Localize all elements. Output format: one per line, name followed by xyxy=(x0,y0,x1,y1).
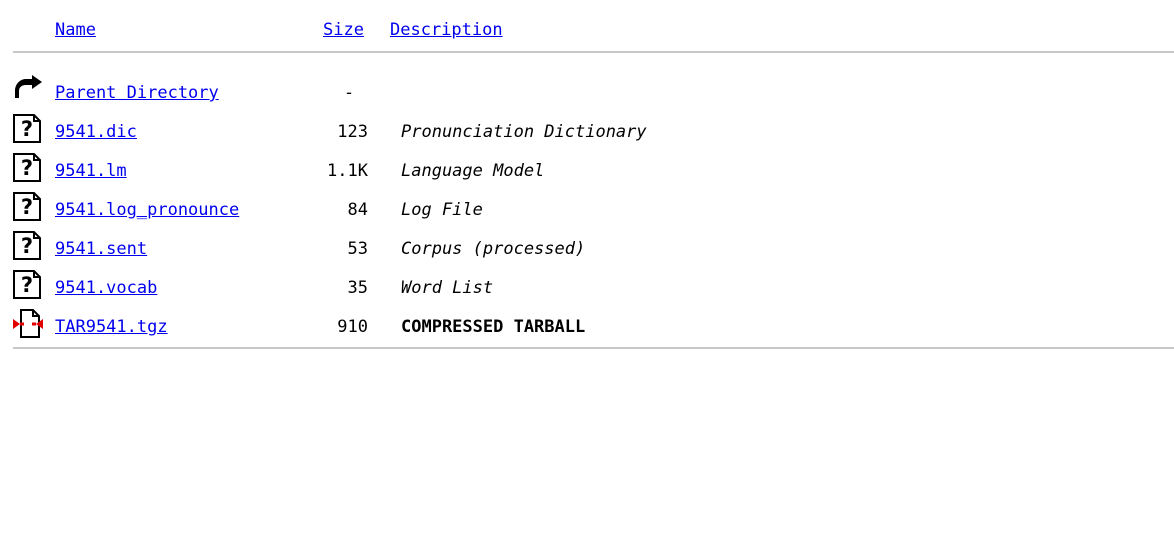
file-size: 84 xyxy=(347,200,368,220)
header-divider xyxy=(13,51,1174,53)
file-row: ? 9541.sent 53 Corpus (processed) xyxy=(0,229,1174,268)
file-link[interactable]: 9541.sent xyxy=(55,238,147,260)
file-link[interactable]: 9541.lm xyxy=(55,160,127,182)
file-row: ? 9541.vocab 35 Word List xyxy=(0,268,1174,307)
file-size: 1.1K xyxy=(327,161,368,181)
file-description: Language Model xyxy=(401,161,545,181)
sort-by-name-link[interactable]: Name xyxy=(55,19,96,41)
back-arrow-icon xyxy=(15,75,42,98)
svg-text:?: ? xyxy=(21,234,33,258)
unknown-file-icon: ? xyxy=(13,192,41,221)
file-size: 910 xyxy=(337,317,368,337)
file-row: ? 9541.dic 123 Pronunciation Dictionary xyxy=(0,112,1174,151)
sort-by-description-link[interactable]: Description xyxy=(390,19,503,41)
file-description: Log File xyxy=(401,200,483,220)
file-size: 123 xyxy=(337,122,368,142)
svg-text:?: ? xyxy=(21,273,33,297)
file-link[interactable]: TAR9541.tgz xyxy=(55,316,168,338)
sort-by-size-link[interactable]: Size xyxy=(323,19,364,41)
file-row: TAR9541.tgz 910 COMPRESSED TARBALL xyxy=(0,307,1174,346)
compressed-file-icon xyxy=(13,309,43,338)
file-link[interactable]: 9541.vocab xyxy=(55,277,157,299)
unknown-file-icon: ? xyxy=(13,114,41,143)
file-row: ? 9541.lm 1.1K Language Model xyxy=(0,151,1174,190)
file-description: Word List xyxy=(401,278,494,298)
file-link[interactable]: 9541.dic xyxy=(55,121,137,143)
file-link[interactable]: 9541.log_pronounce xyxy=(55,199,239,221)
svg-text:?: ? xyxy=(21,117,33,141)
svg-text:?: ? xyxy=(21,195,33,219)
file-size: - xyxy=(343,83,355,103)
svg-text:?: ? xyxy=(21,156,33,180)
file-description: Pronunciation Dictionary xyxy=(401,122,647,142)
footer-divider xyxy=(13,347,1174,349)
file-size: 35 xyxy=(347,278,368,298)
file-row: ? 9541.log_pronounce 84 Log File xyxy=(0,190,1174,229)
file-size: 53 xyxy=(347,239,368,259)
unknown-file-icon: ? xyxy=(13,231,41,260)
parent-directory-link[interactable]: Parent Directory xyxy=(55,82,219,104)
unknown-file-icon: ? xyxy=(13,270,41,299)
unknown-file-icon: ? xyxy=(13,153,41,182)
file-description: COMPRESSED TARBALL xyxy=(401,317,586,337)
parent-directory-row: Parent Directory - xyxy=(0,73,1174,112)
file-description: Corpus (processed) xyxy=(401,239,586,259)
